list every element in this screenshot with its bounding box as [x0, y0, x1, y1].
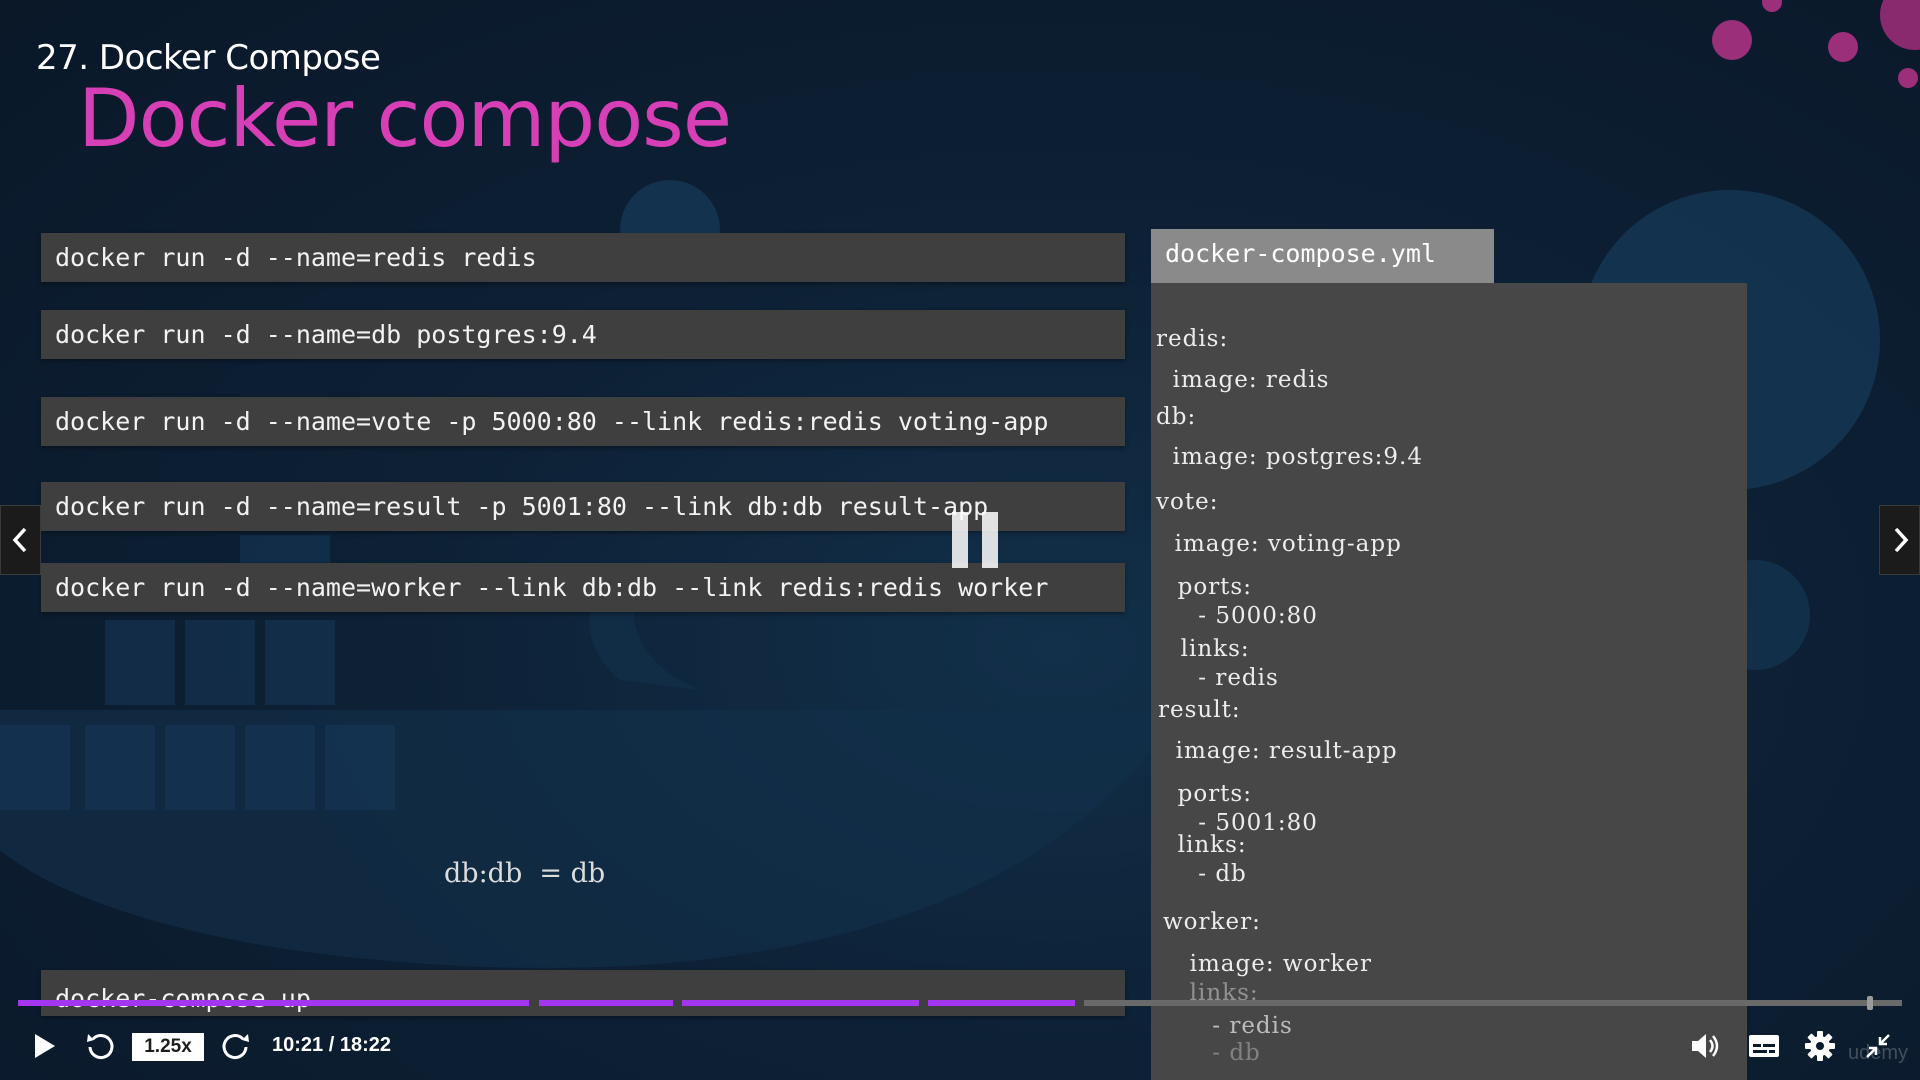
link-equation: db:db = db: [444, 858, 606, 889]
progress-segment: [682, 1000, 919, 1006]
yml-line: - 5000:80: [1165, 603, 1318, 629]
forward-5s-icon: [222, 1034, 249, 1060]
progress-segment: [928, 1000, 1075, 1006]
next-lecture-button[interactable]: [1879, 505, 1920, 575]
yml-line: image: voting-app: [1158, 531, 1402, 557]
playback-speed-button[interactable]: 1.25x: [132, 1033, 204, 1061]
yml-line: image: worker: [1173, 951, 1372, 977]
video-stage[interactable]: 27. Docker Compose Docker compose docker…: [0, 0, 1920, 1080]
yml-line: ports:: [1161, 781, 1252, 807]
command-redis: docker run -d --name=redis redis: [41, 233, 1125, 282]
progress-segment: [18, 1000, 529, 1006]
slide-title: Docker compose: [78, 72, 732, 165]
previous-lecture-button[interactable]: [0, 505, 41, 575]
yml-line: vote:: [1156, 489, 1219, 515]
pause-icon: [952, 512, 968, 568]
play-icon: [35, 1034, 55, 1058]
yml-line: links:: [1164, 636, 1250, 662]
brand-watermark: udemy: [1847, 1042, 1908, 1064]
bg-circle-dot-4: [1898, 68, 1918, 88]
volume-button[interactable]: [1684, 1022, 1728, 1070]
settings-button[interactable]: [1798, 1022, 1842, 1070]
pause-overlay[interactable]: [925, 470, 1025, 610]
yml-line: worker:: [1163, 909, 1261, 935]
yml-line: db:: [1156, 404, 1197, 430]
yml-line: result:: [1158, 697, 1241, 723]
bg-circle-dot-1: [1712, 20, 1752, 60]
command-vote: docker run -d --name=vote -p 5000:80 --l…: [41, 397, 1125, 446]
volume-icon: [1692, 1034, 1719, 1058]
playback-time: 10:21 / 18:22: [272, 1034, 391, 1056]
progress-bar[interactable]: [18, 996, 1902, 1010]
player-control-bar: 1.25x 10:21 / 18:22: [0, 1012, 1920, 1080]
yml-line: - db: [1165, 861, 1247, 887]
yml-line: - redis: [1165, 665, 1279, 691]
yml-file-tab: docker-compose.yml: [1151, 229, 1494, 283]
forward-button[interactable]: [216, 1022, 256, 1070]
yml-line: redis:: [1156, 326, 1229, 352]
bg-circle-dot-5: [1762, 0, 1782, 12]
progress-remaining: [1084, 1000, 1902, 1006]
command-compose-up: docker-compose up: [41, 970, 1125, 1016]
chevron-right-icon: [1894, 527, 1908, 553]
chevron-left-icon: [12, 527, 26, 553]
yml-line: image: result-app: [1159, 738, 1398, 764]
rewind-5s-icon: [87, 1034, 114, 1060]
scrubber-handle[interactable]: [1867, 996, 1873, 1010]
yml-line: image: redis: [1156, 367, 1330, 393]
rewind-button[interactable]: [80, 1022, 120, 1070]
command-db: docker run -d --name=db postgres:9.4: [41, 310, 1125, 359]
gear-icon: [1805, 1031, 1835, 1061]
yml-line: ports:: [1161, 574, 1252, 600]
progress-segment: [539, 1000, 673, 1006]
yml-content-panel: redis: image: redis db: image: postgres:…: [1151, 283, 1747, 1080]
captions-icon: [1749, 1035, 1779, 1057]
play-button[interactable]: [24, 1022, 64, 1070]
bg-circle-dot-3: [1880, 0, 1920, 50]
bg-circle-dot-2: [1828, 32, 1858, 62]
yml-line: image: postgres:9.4: [1156, 444, 1423, 470]
pause-icon: [982, 512, 998, 568]
yml-line: links:: [1161, 832, 1247, 858]
captions-button[interactable]: [1742, 1022, 1786, 1070]
